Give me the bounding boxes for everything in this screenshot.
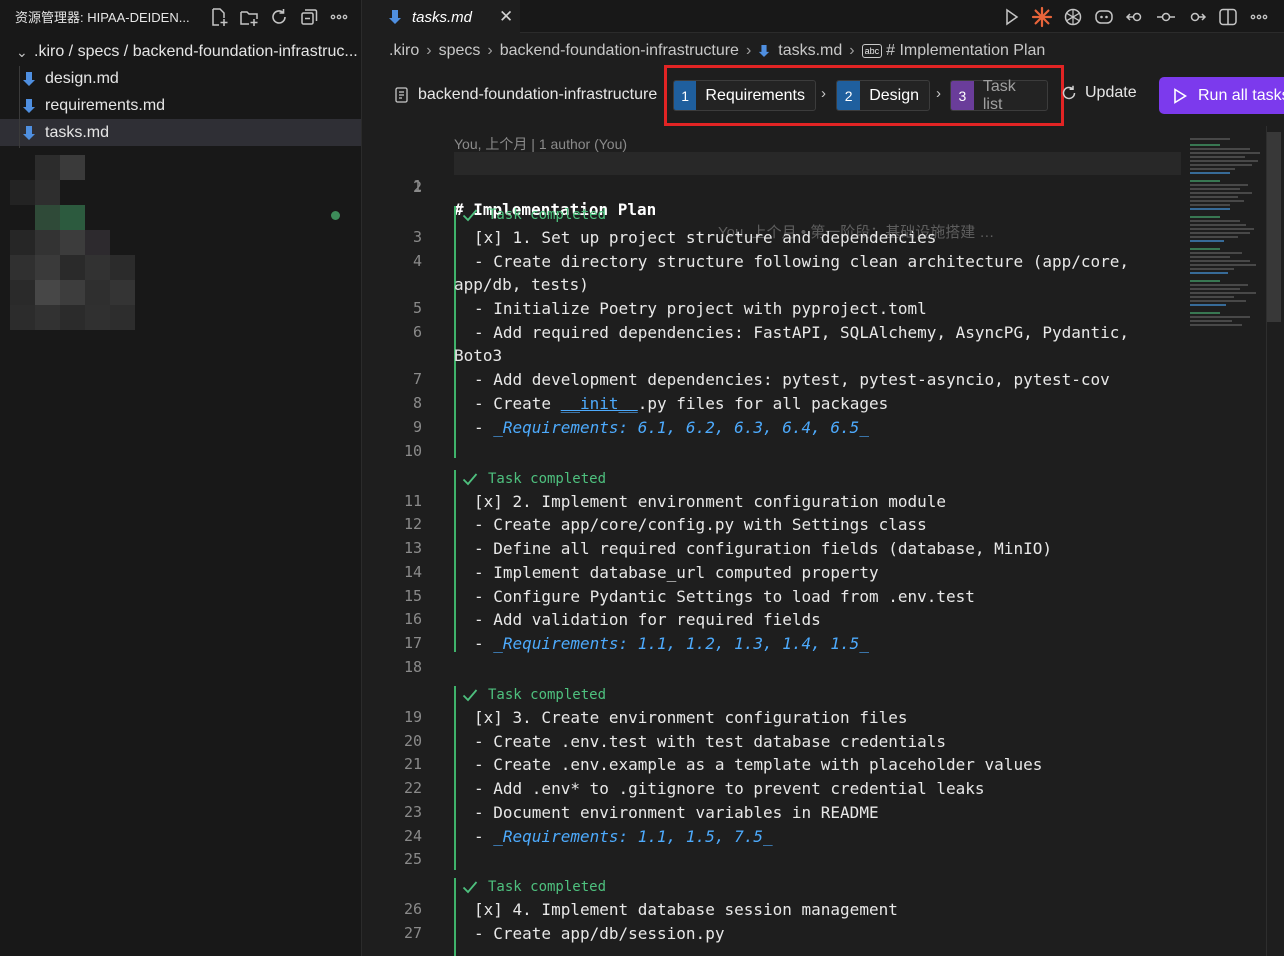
file-tasks-md[interactable]: tasks.md	[0, 119, 361, 146]
pixelated-redaction	[10, 155, 136, 331]
chevron-right-icon: ›	[487, 42, 493, 59]
requirements-ref: _Requirements: 6.1, 6.2, 6.3, 6.4, 6.5_	[493, 418, 869, 437]
task-status-lens[interactable]: Task completed	[462, 877, 606, 897]
stage-label: Task list	[982, 77, 1016, 113]
split-editor-icon[interactable]	[1217, 6, 1239, 28]
check-icon	[462, 689, 478, 702]
requirements-ref: _Requirements: 1.1, 1.5, 7.5_	[493, 827, 773, 846]
new-folder-icon[interactable]	[238, 6, 260, 28]
go-back-icon[interactable]	[1124, 6, 1146, 28]
markdown-file-icon	[759, 45, 770, 57]
string-symbol-icon: abc	[861, 44, 883, 58]
run-all-tasks-button[interactable]: Run all tasks	[1159, 77, 1284, 114]
breadcrumb-item[interactable]: tasks.md	[778, 42, 842, 60]
tree-indent-guide	[19, 66, 20, 148]
copilot-icon[interactable]	[1093, 6, 1115, 28]
document-icon	[395, 87, 408, 103]
breadcrumb-item[interactable]: backend-foundation-infrastructure	[500, 42, 739, 60]
stage-number: 2	[837, 81, 861, 110]
spec-toolbar: backend-foundation-infrastructure 1 Requ…	[370, 65, 1284, 126]
breadcrumb-item[interactable]: specs	[439, 42, 481, 60]
new-file-icon[interactable]	[208, 6, 230, 28]
file-label: design.md	[45, 69, 119, 87]
task-item: [x] 2. Implement environment configurati…	[474, 492, 947, 511]
task-item: [x] 3. Create environment configuration …	[474, 708, 908, 727]
collapse-all-icon[interactable]	[298, 6, 320, 28]
file-requirements-md[interactable]: requirements.md	[0, 92, 361, 119]
stage-label: Requirements	[705, 86, 805, 104]
stage-number: 3	[951, 81, 974, 110]
folder-root-specs[interactable]: ⌄ .kiro / specs / backend-foundation-inf…	[0, 39, 361, 65]
task-status-lens[interactable]: Task completed	[462, 469, 606, 489]
close-icon[interactable]: ✕	[499, 7, 513, 27]
claude-icon[interactable]	[1031, 6, 1053, 28]
chevron-right-icon: ›	[821, 85, 826, 102]
check-icon	[462, 881, 478, 894]
check-icon	[462, 209, 478, 222]
update-button[interactable]: Update	[1060, 84, 1137, 102]
chevron-right-icon: ›	[936, 85, 941, 102]
code-line: 1 # Implementation Plan You, 上个月 • 第一阶段：…	[370, 152, 1190, 241]
stage-label: Design	[869, 86, 919, 104]
requirements-ref: _Requirements: 1.1, 1.2, 1.3, 1.4, 1.5_	[493, 634, 869, 653]
more-icon[interactable]	[328, 6, 350, 28]
file-design-md[interactable]: design.md	[0, 65, 361, 92]
refresh-icon	[1062, 85, 1076, 100]
chevron-right-icon: ›	[426, 42, 432, 59]
task-item: [x] 4. Implement database session manage…	[474, 900, 898, 919]
git-commit-icon[interactable]	[1155, 6, 1177, 28]
markdown-file-icon	[23, 98, 35, 113]
explorer-sidebar: 资源管理器: HIPAA-DEIDEN... ⌄ .kiro / specs /…	[0, 0, 362, 956]
chevron-right-icon: ›	[745, 42, 752, 59]
spec-name-label: backend-foundation-infrastructure	[418, 86, 658, 103]
chevron-right-icon: ›	[849, 42, 855, 59]
folder-path-label: .kiro / specs / backend-foundation-infra…	[34, 43, 358, 60]
tab-label: tasks.md	[412, 8, 473, 26]
run-icon[interactable]	[1000, 6, 1022, 28]
update-label: Update	[1085, 84, 1137, 101]
editor-tab-bar: tasks.md ✕	[370, 0, 1284, 33]
play-icon	[1174, 87, 1187, 104]
task-status-lens[interactable]: Task completed	[462, 205, 606, 225]
git-status-dot	[331, 211, 340, 220]
openai-icon[interactable]	[1062, 6, 1084, 28]
stage-requirements[interactable]: 1 Requirements	[673, 80, 816, 111]
stage-number: 1	[674, 81, 697, 110]
markdown-file-icon	[23, 125, 35, 140]
tab-tasks-md[interactable]: tasks.md ✕	[370, 0, 520, 33]
breadcrumb-item[interactable]: .kiro	[389, 42, 419, 60]
more-actions-icon[interactable]	[1248, 6, 1270, 28]
minimap[interactable]	[1190, 132, 1265, 332]
spec-name: backend-foundation-infrastructure	[395, 86, 657, 104]
breadcrumb: .kiro › specs › backend-foundation-infra…	[389, 42, 1045, 60]
vertical-scrollbar[interactable]	[1267, 132, 1281, 322]
run-all-label: Run all tasks	[1198, 86, 1284, 104]
breadcrumb-symbol[interactable]: # Implementation Plan	[886, 42, 1045, 60]
explorer-header: 资源管理器: HIPAA-DEIDEN...	[0, 0, 361, 33]
git-blame-header[interactable]: You, 上个月 | 1 author (You)	[454, 134, 627, 154]
file-label: tasks.md	[45, 123, 110, 141]
check-icon	[462, 473, 478, 486]
explorer-title: 资源管理器: HIPAA-DEIDEN...	[15, 10, 190, 25]
task-item: [x] 1. Set up project structure and depe…	[474, 228, 937, 247]
code-editor[interactable]: You, 上个月 | 1 author (You) 1 # Implementa…	[370, 126, 1284, 956]
task-status-lens[interactable]: Task completed	[462, 685, 606, 705]
markdown-file-icon	[389, 10, 401, 24]
chevron-down-icon: ⌄	[16, 43, 28, 60]
go-forward-icon[interactable]	[1186, 6, 1208, 28]
refresh-icon[interactable]	[268, 6, 290, 28]
file-label: requirements.md	[45, 96, 166, 114]
markdown-file-icon	[23, 71, 35, 86]
stage-task-list[interactable]: 3 Task list	[950, 77, 1048, 113]
stage-design[interactable]: 2 Design	[836, 80, 930, 111]
